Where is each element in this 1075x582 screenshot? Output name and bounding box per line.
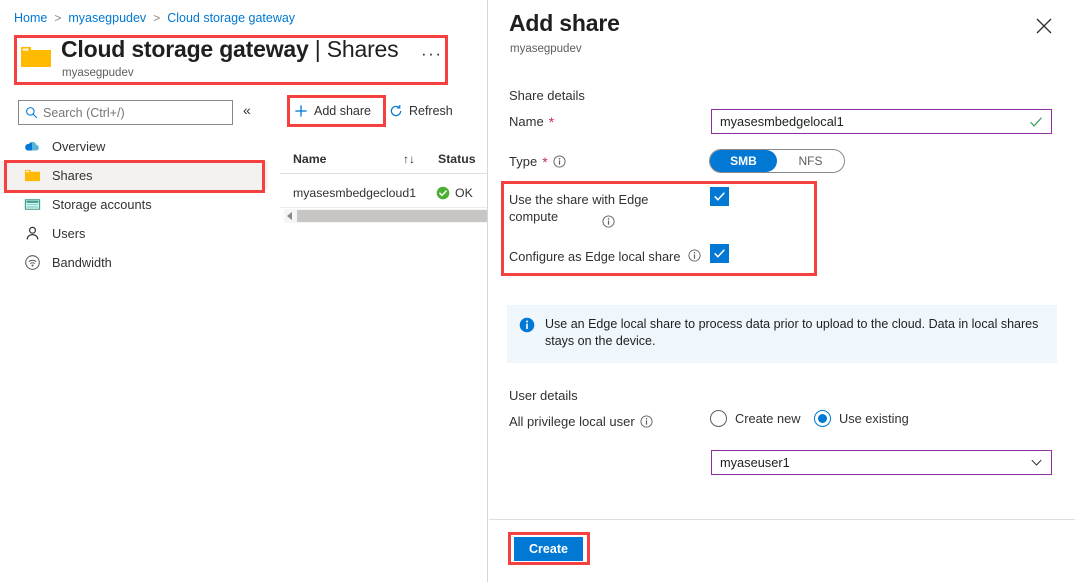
sidebar-item-label: Overview bbox=[52, 139, 105, 154]
table-row-divider bbox=[280, 207, 488, 208]
all-privilege-user-text: All privilege local user bbox=[509, 414, 635, 429]
share-name-field[interactable] bbox=[711, 109, 1052, 134]
success-check-icon bbox=[436, 186, 450, 200]
folder-icon bbox=[21, 45, 51, 69]
existing-user-select[interactable]: myaseuser1 bbox=[711, 450, 1052, 475]
sidebar-item-label: Users bbox=[52, 226, 85, 241]
resource-header: Cloud storage gateway | Shares ··· myase… bbox=[19, 36, 439, 84]
sidebar-item-bandwidth[interactable]: Bandwidth bbox=[0, 248, 268, 277]
panel-footer-divider bbox=[489, 519, 1075, 520]
radio-button[interactable] bbox=[814, 410, 831, 427]
bandwidth-icon bbox=[24, 254, 41, 271]
required-marker: * bbox=[542, 155, 547, 169]
add-share-button[interactable]: Add share bbox=[288, 100, 377, 122]
search-icon bbox=[25, 106, 38, 119]
collapse-sidebar-icon[interactable]: « bbox=[243, 103, 251, 117]
info-filled-icon bbox=[519, 317, 535, 333]
page-title: Cloud storage gateway | Shares bbox=[61, 36, 398, 63]
sidebar-item-label: Bandwidth bbox=[52, 255, 112, 270]
sidebar-item-storage-accounts[interactable]: Storage accounts bbox=[0, 190, 268, 219]
user-icon bbox=[24, 225, 41, 242]
azure-portal-screen: Home > myasegpudev > Cloud storage gatew… bbox=[0, 0, 1075, 582]
existing-user-value: myaseuser1 bbox=[720, 455, 1030, 470]
info-banner: Use an Edge local share to process data … bbox=[507, 305, 1057, 363]
breadcrumb-separator-icon: > bbox=[54, 11, 61, 25]
required-marker: * bbox=[549, 115, 554, 129]
type-field-label: Type * bbox=[509, 154, 566, 169]
storage-icon bbox=[24, 196, 41, 213]
table-row[interactable]: myasesmbedgecloud1 bbox=[293, 186, 416, 200]
more-menu-button[interactable]: ··· bbox=[421, 44, 442, 64]
close-icon[interactable] bbox=[1034, 16, 1054, 36]
type-option-nfs[interactable]: NFS bbox=[777, 150, 844, 172]
name-label-text: Name bbox=[509, 114, 544, 129]
breadcrumb-separator-icon: > bbox=[153, 11, 160, 25]
panel-subtitle: myasegpudev bbox=[510, 43, 582, 55]
edge-local-label: Configure as Edge local share bbox=[509, 248, 680, 265]
breadcrumb-item-resource[interactable]: Cloud storage gateway bbox=[167, 11, 295, 25]
add-share-label: Add share bbox=[314, 104, 371, 118]
plus-icon bbox=[294, 104, 308, 118]
type-option-smb[interactable]: SMB bbox=[710, 150, 777, 172]
info-icon[interactable] bbox=[688, 249, 701, 262]
name-field-label: Name * bbox=[509, 114, 554, 129]
folder-icon bbox=[24, 167, 41, 184]
cloud-icon bbox=[24, 138, 41, 155]
refresh-label: Refresh bbox=[409, 104, 453, 118]
column-header-status[interactable]: Status bbox=[438, 152, 476, 166]
type-label-text: Type bbox=[509, 154, 537, 169]
resource-subtitle: myasegpudev bbox=[62, 67, 134, 79]
page-title-resource: Cloud storage gateway bbox=[61, 36, 309, 62]
radio-use-existing[interactable]: Use existing bbox=[814, 410, 909, 427]
scrollbar-thumb[interactable] bbox=[297, 210, 488, 222]
table-header-divider bbox=[280, 173, 488, 174]
create-button[interactable]: Create bbox=[514, 537, 583, 561]
checkmark-icon bbox=[1029, 115, 1043, 129]
radio-create-new[interactable]: Create new bbox=[710, 410, 800, 427]
sidebar-item-label: Storage accounts bbox=[52, 197, 152, 212]
edge-local-checkbox[interactable] bbox=[710, 244, 729, 263]
edge-compute-checkbox[interactable] bbox=[710, 187, 729, 206]
user-details-section-label: User details bbox=[509, 388, 578, 403]
info-icon[interactable] bbox=[640, 415, 653, 428]
page-title-subpage: Shares bbox=[327, 36, 399, 62]
horizontal-scrollbar[interactable] bbox=[284, 209, 488, 223]
checkmark-icon bbox=[713, 190, 726, 203]
sort-icon[interactable]: ↑↓ bbox=[403, 152, 415, 166]
breadcrumb-item-subscription[interactable]: myasegpudev bbox=[68, 11, 146, 25]
chevron-down-icon bbox=[1030, 456, 1043, 469]
sidebar-item-label: Shares bbox=[52, 168, 93, 183]
refresh-button[interactable]: Refresh bbox=[383, 100, 459, 122]
info-icon[interactable] bbox=[602, 215, 615, 228]
share-name-input[interactable] bbox=[720, 114, 1029, 129]
add-share-panel: Add share myasegpudev Share details Name… bbox=[489, 0, 1075, 582]
share-type-toggle[interactable]: SMB NFS bbox=[709, 149, 845, 173]
breadcrumb-item-home[interactable]: Home bbox=[14, 11, 47, 25]
info-banner-text: Use an Edge local share to process data … bbox=[545, 316, 1045, 350]
info-icon[interactable] bbox=[553, 155, 566, 168]
resource-pane: Home > myasegpudev > Cloud storage gatew… bbox=[0, 0, 488, 582]
sidebar-nav: Overview Shares Storage accounts bbox=[0, 132, 268, 277]
column-header-name[interactable]: Name bbox=[293, 152, 327, 166]
sidebar-item-users[interactable]: Users bbox=[0, 219, 268, 248]
search-input[interactable] bbox=[43, 106, 226, 120]
sidebar-item-shares[interactable]: Shares bbox=[0, 161, 268, 190]
share-details-section-label: Share details bbox=[509, 88, 585, 103]
refresh-icon bbox=[389, 104, 403, 118]
radio-label: Use existing bbox=[839, 411, 909, 426]
checkmark-icon bbox=[713, 247, 726, 260]
radio-label: Create new bbox=[735, 411, 800, 426]
table-cell-status: OK bbox=[455, 186, 473, 200]
scroll-left-icon[interactable] bbox=[287, 212, 292, 220]
sidebar-item-overview[interactable]: Overview bbox=[0, 132, 268, 161]
panel-title: Add share bbox=[509, 10, 620, 37]
command-bar: Add share Refresh bbox=[288, 96, 488, 126]
search-box[interactable] bbox=[18, 100, 233, 125]
all-privilege-user-label: All privilege local user bbox=[509, 414, 653, 429]
page-title-divider: | bbox=[315, 36, 321, 62]
breadcrumb: Home > myasegpudev > Cloud storage gatew… bbox=[14, 11, 295, 25]
radio-button[interactable] bbox=[710, 410, 727, 427]
edge-compute-label: Use the share with Edge compute bbox=[509, 191, 689, 225]
